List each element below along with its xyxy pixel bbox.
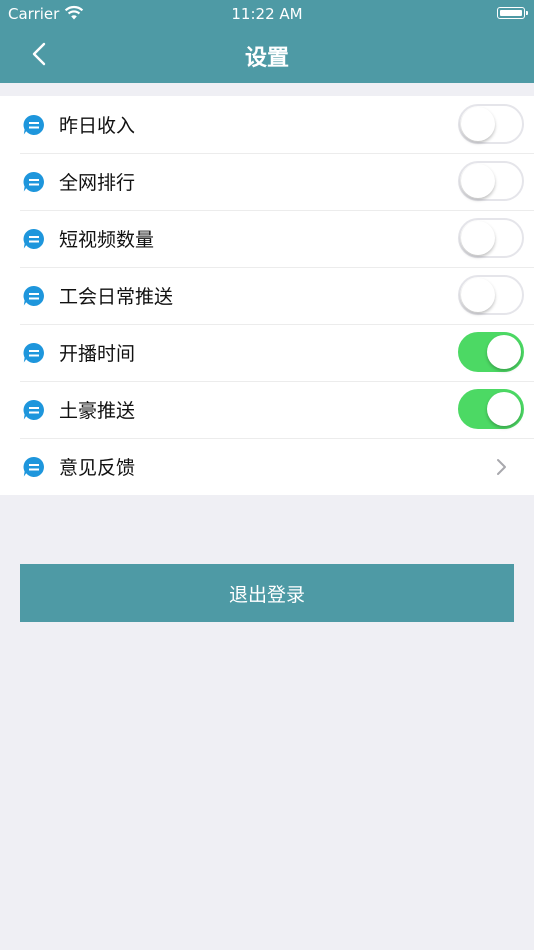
setting-row-union-daily-push: 工会日常推送 <box>0 267 534 324</box>
setting-row-broadcast-time: 开播时间 <box>0 324 534 381</box>
union-daily-push-toggle[interactable] <box>458 275 524 315</box>
setting-row-feedback[interactable]: 意见反馈 <box>0 438 534 495</box>
nav-bar: Carrier 11:22 AM 设置 <box>0 0 534 83</box>
setting-label: 工会日常推送 <box>59 286 174 308</box>
message-bubble-icon <box>23 399 44 420</box>
setting-label: 短视频数量 <box>59 229 155 251</box>
setting-label: 意见反馈 <box>59 457 136 479</box>
setting-row-network-ranking: 全网排行 <box>0 153 534 210</box>
message-bubble-icon <box>23 285 44 306</box>
status-time: 11:22 AM <box>231 5 303 23</box>
setting-label: 土豪推送 <box>59 400 136 422</box>
page-title: 设置 <box>244 46 289 71</box>
settings-list: 昨日收入 全网排行 短视频数量 工会日常推送 开播时间 土豪推送 意见反馈 <box>0 96 534 495</box>
battery-icon <box>497 7 528 19</box>
message-bubble-icon <box>23 171 44 192</box>
yesterday-income-toggle[interactable] <box>458 104 524 144</box>
message-bubble-icon <box>23 342 44 363</box>
setting-row-yesterday-income: 昨日收入 <box>0 96 534 153</box>
message-bubble-icon <box>23 114 44 135</box>
network-ranking-toggle[interactable] <box>458 161 524 201</box>
setting-row-short-video-count: 短视频数量 <box>0 210 534 267</box>
vip-push-toggle[interactable] <box>458 389 524 429</box>
message-bubble-icon <box>23 456 44 477</box>
setting-label: 开播时间 <box>59 343 136 365</box>
chevron-right-icon <box>497 459 506 475</box>
logout-button[interactable]: 退出登录 <box>20 564 514 622</box>
short-video-count-toggle[interactable] <box>458 218 524 258</box>
setting-label: 昨日收入 <box>59 115 136 137</box>
message-bubble-icon <box>23 228 44 249</box>
setting-row-vip-push: 土豪推送 <box>0 381 534 438</box>
setting-label: 全网排行 <box>59 172 136 194</box>
status-bar: Carrier 11:22 AM <box>0 0 534 28</box>
broadcast-time-toggle[interactable] <box>458 332 524 372</box>
